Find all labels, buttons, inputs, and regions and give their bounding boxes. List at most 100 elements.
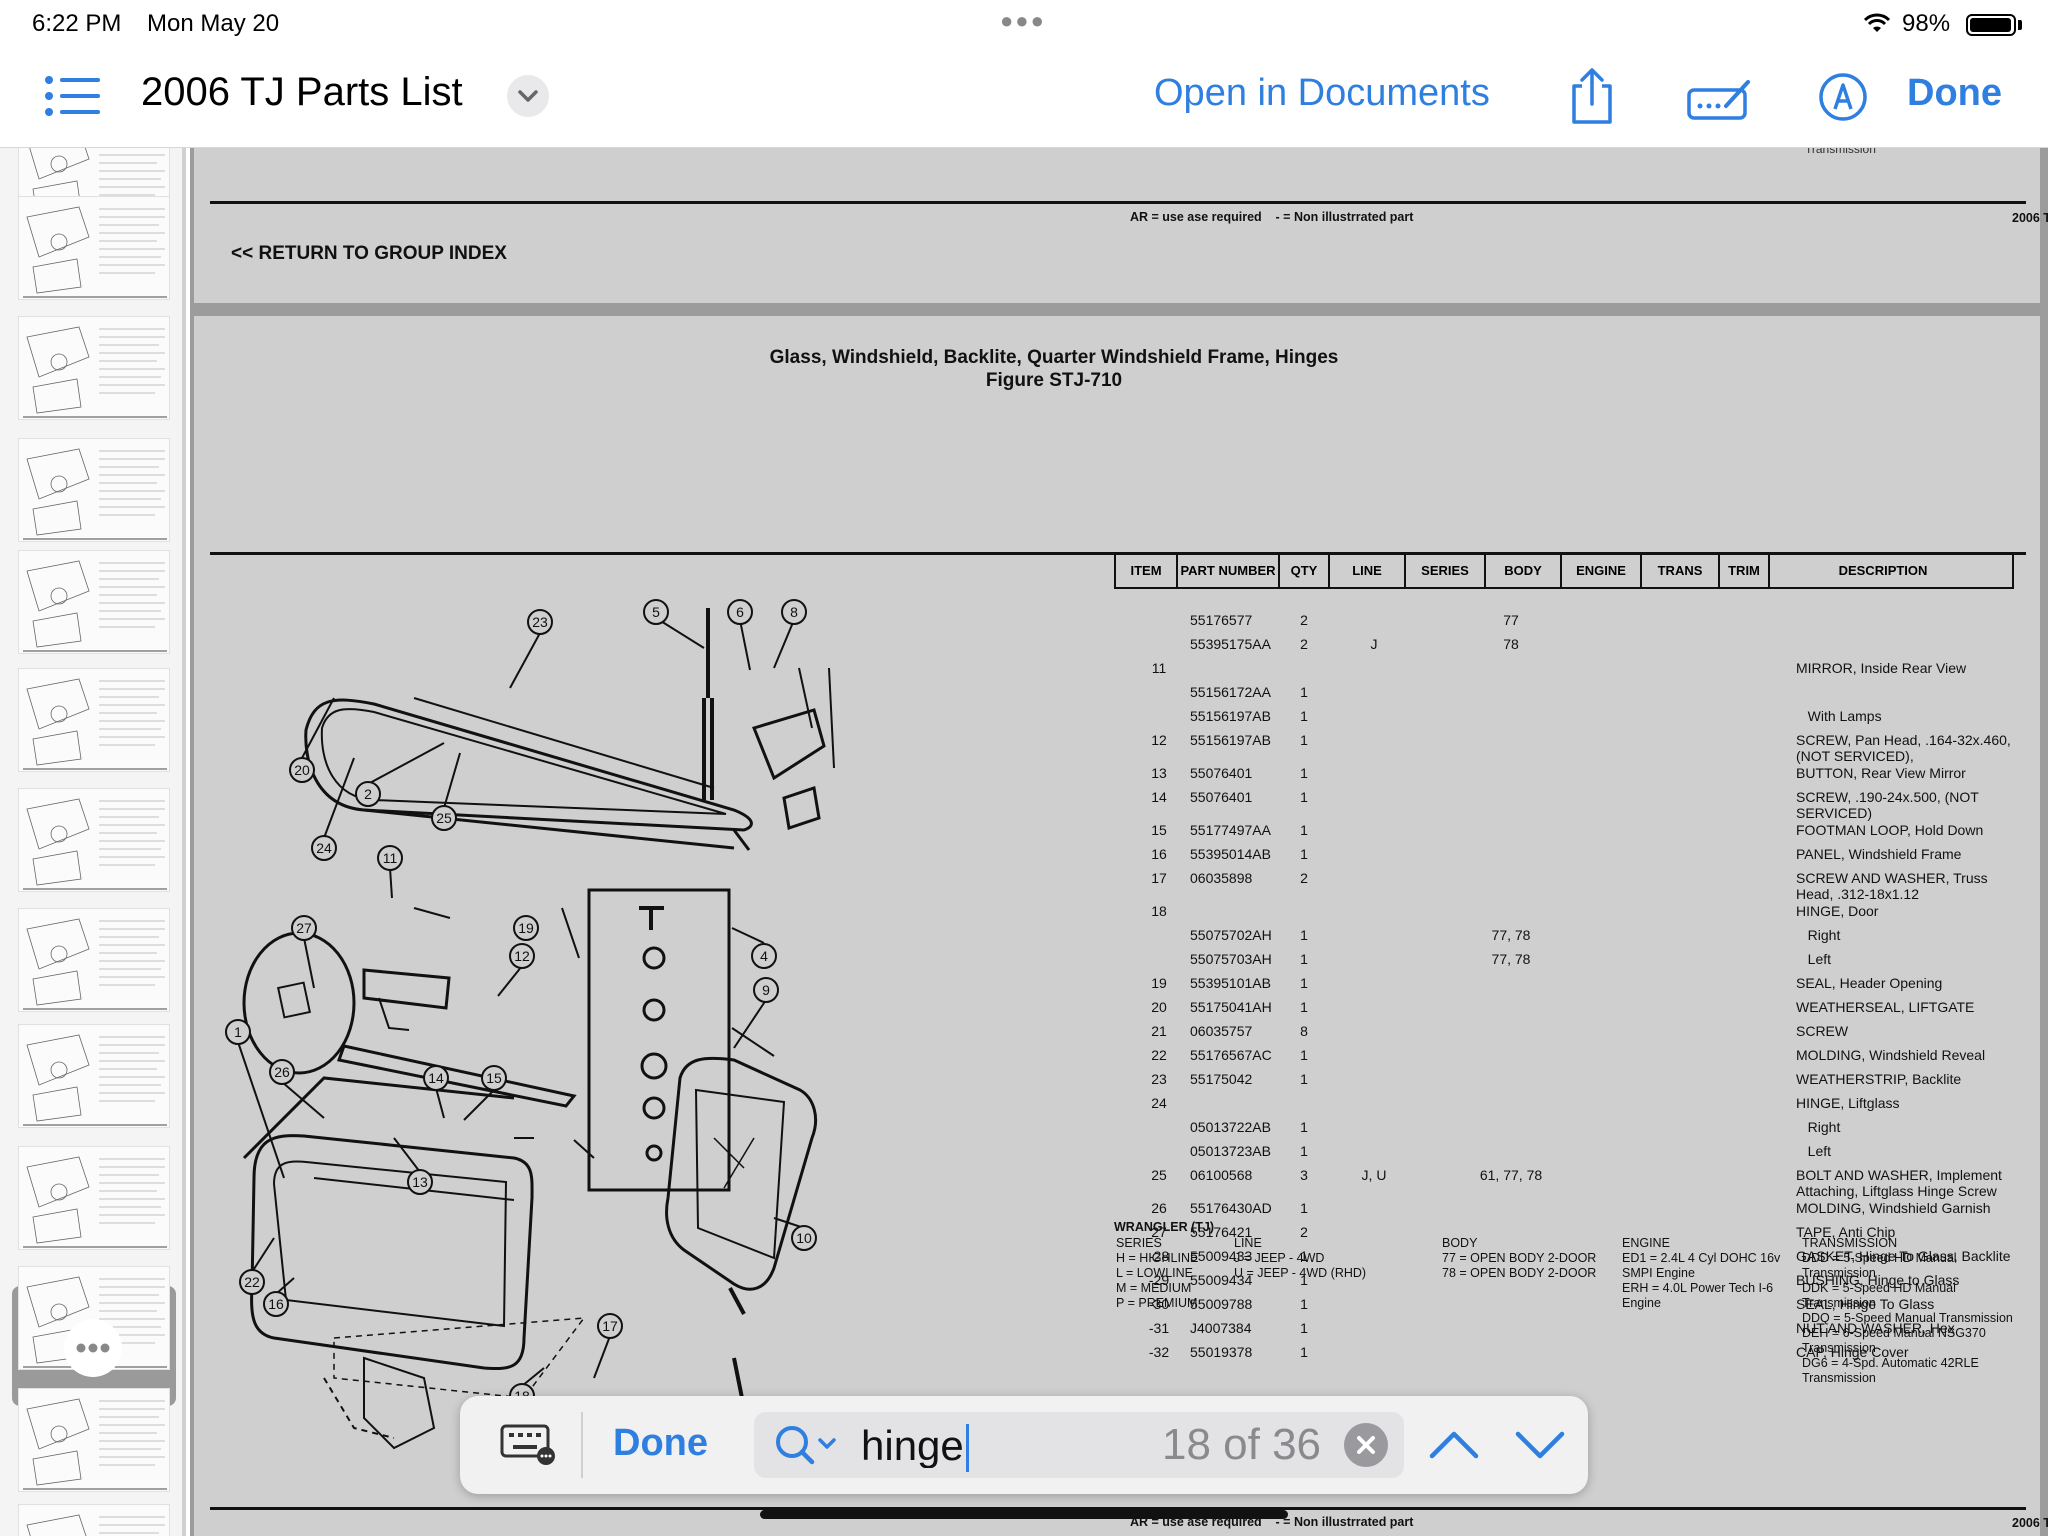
find-search-field[interactable]: 18 of 36 xyxy=(754,1412,1404,1478)
return-to-group-index-link[interactable]: << RETURN TO GROUP INDEX xyxy=(231,243,507,265)
home-indicator[interactable] xyxy=(760,1510,1288,1519)
callout-number: 12 xyxy=(514,948,530,964)
callout-number: 20 xyxy=(294,762,310,778)
table-row: 55395175AA 2 J 78 xyxy=(1114,636,2024,660)
cell-part: 06035898 xyxy=(1190,870,1253,886)
document-view[interactable]: Transmission AR = use ase required - = N… xyxy=(190,148,2048,1536)
share-icon[interactable] xyxy=(1566,66,1618,126)
column-header: PART NUMBER xyxy=(1178,555,1280,587)
cell-part: 55175041AH xyxy=(1190,999,1272,1015)
cell-item: 14 xyxy=(1151,789,1167,805)
clear-icon xyxy=(1357,1436,1375,1454)
cell-part: 55156172AA xyxy=(1190,684,1271,700)
parts-page: Glass, Windshield, Backlite, Quarter Win… xyxy=(194,316,2048,1536)
cell-qty: 1 xyxy=(1300,951,1308,967)
cell-part: 55076401 xyxy=(1190,789,1253,805)
chevron-down-icon xyxy=(518,90,538,102)
cell-qty: 8 xyxy=(1300,1023,1308,1039)
callout-number: 24 xyxy=(316,840,332,856)
page-thumbnail[interactable] xyxy=(18,196,170,300)
page-thumbnail[interactable] xyxy=(18,1388,170,1492)
cell-desc: HINGE, Liftglass xyxy=(1796,1095,1900,1111)
table-row: 55176577 2 77 xyxy=(1114,612,2024,636)
table-row: 21 06035757 8 SCREW xyxy=(1114,1023,2024,1047)
cell-part: 55177497AA xyxy=(1190,822,1271,838)
cell-part: 55176430AD xyxy=(1190,1200,1272,1216)
cell-part: 55395014AB xyxy=(1190,846,1271,862)
list-icon[interactable] xyxy=(44,74,102,118)
cell-desc: WEATHERSTRIP, Backlite xyxy=(1796,1071,1962,1087)
column-header: ITEM xyxy=(1116,555,1178,587)
pencil-circle-icon[interactable] xyxy=(1818,72,1868,122)
chevron-down-icon[interactable] xyxy=(1512,1422,1568,1466)
page-thumbnail[interactable] xyxy=(18,1024,170,1128)
footer-note: AR = use ase required - = Non illustrrat… xyxy=(1130,210,1414,224)
cell-item: 22 xyxy=(1151,1047,1167,1063)
table-row: 55156197AB 1 With Lamps xyxy=(1114,708,2024,732)
match-count: 18 of 36 xyxy=(1162,1420,1322,1469)
cell-item: 15 xyxy=(1151,822,1167,838)
document-title: 2006 TJ Parts List xyxy=(141,70,463,114)
previous-page-text: Transmission xyxy=(1805,148,1876,156)
cell-part: 05013722AB xyxy=(1190,1119,1271,1135)
callout-number: 15 xyxy=(486,1070,502,1086)
multitasking-dots-icon[interactable]: ●●● xyxy=(1000,8,1046,34)
callout-number: 8 xyxy=(790,604,798,620)
table-row: 17 06035898 2 SCREW AND WASHER, Truss Head,… xyxy=(1114,870,2024,902)
legend-transmission: TRANSMISSION DDD = 5-Speed HD Manual Tra… xyxy=(1802,1236,2013,1385)
cell-body: 77 xyxy=(1503,612,1519,628)
cell-desc: MOLDING, Windshield Garnish xyxy=(1796,1200,1991,1216)
column-header: SERIES xyxy=(1406,555,1486,587)
find-done-button[interactable]: Done xyxy=(613,1422,708,1465)
page-thumbnail[interactable] xyxy=(18,908,170,1012)
cell-part: 06035757 xyxy=(1190,1023,1253,1039)
cell-qty: 1 xyxy=(1300,1143,1308,1159)
cell-part: 55076401 xyxy=(1190,765,1253,781)
thumbnail-preview xyxy=(23,448,167,540)
page-thumbnail[interactable] xyxy=(18,668,170,772)
clear-search-button[interactable] xyxy=(1344,1423,1388,1467)
done-button[interactable]: Done xyxy=(1907,72,2002,115)
column-header: ENGINE xyxy=(1562,555,1642,587)
keyboard-icon[interactable] xyxy=(500,1422,556,1466)
callout-number: 13 xyxy=(412,1174,428,1190)
cell-body: 77, 78 xyxy=(1491,927,1531,943)
table-row: 23 55175042 1 WEATHERSTRIP, Backlite xyxy=(1114,1071,2024,1095)
cell-part: 55395175AA xyxy=(1190,636,1271,652)
divider xyxy=(581,1412,583,1478)
page-thumbnail[interactable] xyxy=(18,316,170,420)
cell-part: 55156197AB xyxy=(1190,708,1271,724)
page-thumbnail[interactable] xyxy=(18,1504,170,1536)
cell-body: 78 xyxy=(1503,636,1519,652)
search-icon[interactable] xyxy=(774,1424,840,1468)
callout-number: 9 xyxy=(762,982,770,998)
battery-tip xyxy=(2018,20,2022,30)
battery-icon xyxy=(1966,14,2016,36)
table-row: 55075703AH 1 77, 78 Left xyxy=(1114,951,2024,975)
more-options-button[interactable] xyxy=(64,1319,122,1377)
chevron-up-icon[interactable] xyxy=(1426,1422,1482,1466)
cell-part: 55176577 xyxy=(1190,612,1253,628)
title-menu-button[interactable] xyxy=(507,75,549,117)
page-thumbnail[interactable] xyxy=(18,438,170,542)
find-query-input[interactable] xyxy=(861,1424,1161,1468)
cell-body: 61, 77, 78 xyxy=(1479,1167,1543,1183)
cell-desc: BOLT AND WASHER, Implement Attaching, Li… xyxy=(1796,1167,2002,1199)
cell-item: 13 xyxy=(1151,765,1167,781)
table-row: 26 55176430AD 1 MOLDING, Windshield Garnish xyxy=(1114,1200,2024,1224)
cell-desc: SCREW, .190-24x.500, (NOT SERVICED) xyxy=(1796,789,1979,821)
open-in-documents-button[interactable]: Open in Documents xyxy=(1154,72,1490,115)
callout-number: 26 xyxy=(274,1064,290,1080)
cell-item: 25 xyxy=(1151,1167,1167,1183)
cell-qty: 1 xyxy=(1300,708,1308,724)
page-thumbnail[interactable] xyxy=(18,1146,170,1250)
battery-percent: 98% xyxy=(1902,10,1951,37)
cell-desc: With Lamps xyxy=(1796,708,1882,724)
page-thumbnail-sidebar[interactable] xyxy=(0,148,186,1536)
callout-number: 11 xyxy=(383,850,398,866)
markup-icon[interactable] xyxy=(1686,76,1752,122)
page-thumbnail[interactable] xyxy=(18,788,170,892)
callout-number: 19 xyxy=(518,920,534,936)
cell-desc: SCREW AND WASHER, Truss Head, .312-18x1.… xyxy=(1796,870,1988,902)
page-thumbnail[interactable] xyxy=(18,550,170,654)
